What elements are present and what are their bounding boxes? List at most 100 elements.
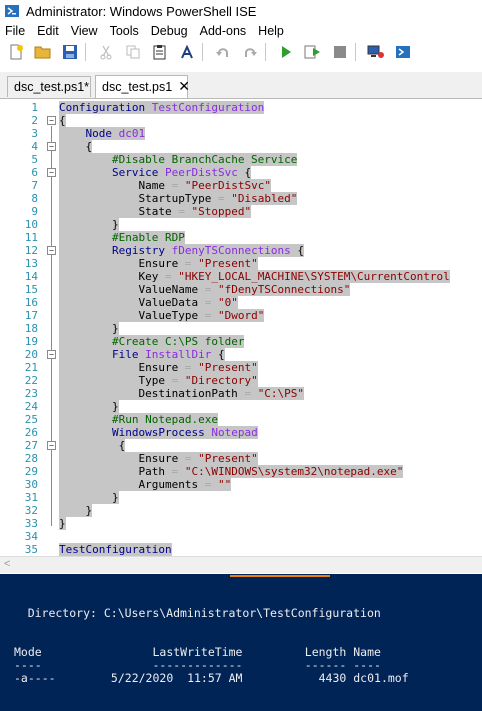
collapse-icon[interactable]: − [47, 142, 56, 151]
console-pane[interactable]: Directory: C:\Users\Administrator\TestCo… [0, 574, 482, 711]
run-script-button[interactable] [275, 41, 297, 63]
code-token: PeerDistSvc [164, 166, 238, 179]
powershell-app-icon [5, 5, 19, 17]
code-line[interactable]: 24 } [0, 400, 482, 413]
code-text: #Disable BranchCache Service [59, 153, 298, 166]
new-icon [10, 44, 23, 60]
close-icon[interactable]: ✕ [178, 78, 190, 94]
code-line[interactable]: 7 Name = "PeerDistSvc" [0, 179, 482, 192]
collapse-icon[interactable]: − [47, 441, 56, 450]
code-line[interactable]: 9 State = "Stopped" [0, 205, 482, 218]
code-token: = [184, 257, 199, 270]
collapse-icon[interactable]: − [47, 350, 56, 359]
menu-tools[interactable]: Tools [104, 22, 145, 40]
redo-icon [245, 48, 257, 57]
line-number: 29 [24, 465, 38, 478]
new-script-button[interactable] [5, 41, 27, 63]
new-remote-tab-button[interactable] [176, 41, 198, 63]
code-line[interactable]: 1 Configuration TestConfiguration [0, 101, 482, 114]
code-line[interactable]: 16 ValueData = "0" [0, 296, 482, 309]
menu-file[interactable]: File [0, 22, 31, 40]
run-selection-button[interactable] [302, 41, 324, 63]
code-line[interactable]: 13 Ensure = "Present" [0, 257, 482, 270]
code-line[interactable]: 31 } [0, 491, 482, 504]
code-line[interactable]: 19 #Create C:\PS folder [0, 335, 482, 348]
cut-button[interactable] [95, 41, 117, 63]
code-text: ValueData = "0" [59, 296, 238, 309]
code-line[interactable]: 22 Type = "Directory" [0, 374, 482, 387]
code-line[interactable]: 4− { [0, 140, 482, 153]
code-line[interactable]: 26 WindowsProcess Notepad [0, 426, 482, 439]
line-number: 2 [31, 114, 38, 127]
code-line[interactable]: 29 Path = "C:\WINDOWS\system32\notepad.e… [0, 465, 482, 478]
code-token: Ensure [59, 452, 185, 465]
code-line[interactable]: 18 } [0, 322, 482, 335]
open-button[interactable] [32, 41, 54, 63]
code-line[interactable]: 27− { [0, 439, 482, 452]
code-token: = [204, 309, 218, 322]
line-number: 25 [24, 413, 38, 426]
code-line[interactable]: 30 Arguments = "" [0, 478, 482, 491]
code-token: TestConfiguration [151, 101, 265, 114]
horizontal-scrollbar[interactable]: < [0, 556, 482, 573]
menu-view[interactable]: View [65, 22, 104, 40]
code-line[interactable]: 28 Ensure = "Present" [0, 452, 482, 465]
stop-button[interactable] [329, 41, 351, 63]
code-line[interactable]: 11 #Enable RDP [0, 231, 482, 244]
paste-button[interactable] [149, 41, 171, 63]
code-line[interactable]: 23 DestinationPath = "C:\PS" [0, 387, 482, 400]
menu-help[interactable]: Help [252, 22, 290, 40]
code-line[interactable]: 8 StartupType = "Disabled" [0, 192, 482, 205]
collapse-icon[interactable]: − [47, 168, 56, 177]
tab-dsc-test[interactable]: dsc_test.ps1 ✕ [95, 75, 190, 98]
collapse-icon[interactable]: − [47, 246, 56, 255]
code-text: Key = "HKEY_LOCAL_MACHINE\SYSTEM\Current… [59, 270, 450, 283]
line-number: 10 [24, 218, 38, 231]
code-line[interactable]: 17 ValueType = "Dword" [0, 309, 482, 322]
scroll-left-icon[interactable]: < [4, 558, 10, 570]
line-number: 9 [31, 205, 38, 218]
code-line[interactable]: 3 Node dc01 [0, 127, 482, 140]
code-line[interactable]: 14 Key = "HKEY_LOCAL_MACHINE\SYSTEM\Curr… [0, 270, 482, 283]
line-number: 11 [24, 231, 38, 244]
code-text: Ensure = "Present" [59, 257, 258, 270]
save-button[interactable] [59, 41, 81, 63]
code-line[interactable]: 15 ValueName = "fDenyTSConnections" [0, 283, 482, 296]
code-line[interactable]: 21 Ensure = "Present" [0, 361, 482, 374]
menu-add-ons[interactable]: Add-ons [194, 22, 253, 40]
menu-edit[interactable]: Edit [31, 22, 65, 40]
code-line[interactable]: 2−{ [0, 114, 482, 127]
code-line[interactable]: 32 } [0, 504, 482, 517]
toolbar-separator [202, 43, 203, 61]
undo-button[interactable] [212, 41, 234, 63]
code-token: fDenyTSConnections [171, 244, 291, 257]
code-line[interactable]: 6− Service PeerDistSvc { [0, 166, 482, 179]
code-token: "Dword" [217, 309, 265, 322]
code-line[interactable]: 20− File InstallDir { [0, 348, 482, 361]
code-text: Name = "PeerDistSvc" [59, 179, 271, 192]
code-token: } [59, 517, 66, 530]
redo-button[interactable] [239, 41, 261, 63]
code-token: "" [217, 478, 232, 491]
copy-button[interactable] [122, 41, 144, 63]
code-line[interactable]: 10 } [0, 218, 482, 231]
console-button[interactable] [392, 41, 414, 63]
code-line[interactable]: 5 #Disable BranchCache Service [0, 153, 482, 166]
code-token: = [184, 361, 199, 374]
code-line[interactable]: 12− Registry fDenyTSConnections { [0, 244, 482, 257]
console-icon [396, 46, 410, 58]
line-number: 32 [24, 504, 38, 517]
remote-powershell-button[interactable] [365, 41, 387, 63]
script-editor[interactable]: 1 Configuration TestConfiguration 2−{3 Nod… [0, 99, 482, 559]
code-text: DestinationPath = "C:\PS" [59, 387, 305, 400]
code-line[interactable]: 33} [0, 517, 482, 530]
line-number: 18 [24, 322, 38, 335]
code-line[interactable]: 25 #Run Notepad.exe [0, 413, 482, 426]
code-line[interactable]: 35 TestConfiguration [0, 543, 482, 556]
tab-dsc-test-unsaved[interactable]: dsc_test.ps1* [7, 76, 91, 97]
menu-debug[interactable]: Debug [145, 22, 194, 40]
code-line[interactable]: 34 [0, 530, 482, 543]
collapse-icon[interactable]: − [47, 116, 56, 125]
